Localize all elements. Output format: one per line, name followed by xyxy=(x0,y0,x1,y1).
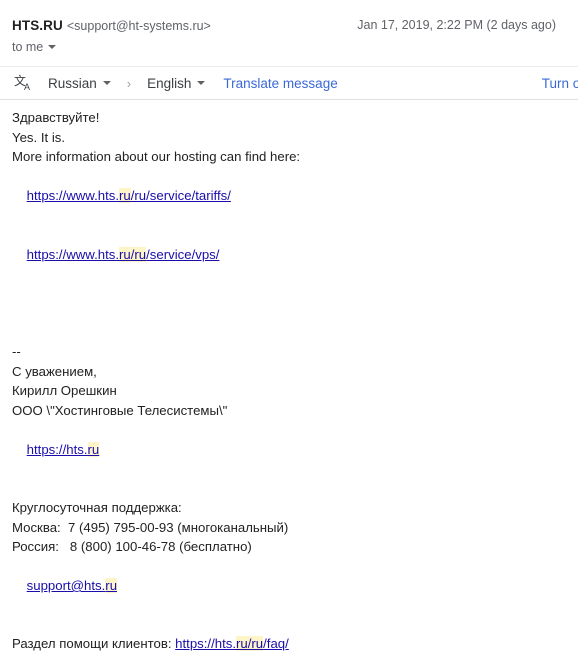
translate-bar: 文 A Russian › English Translate message … xyxy=(0,66,578,100)
body-greeting: Здравствуйте! xyxy=(12,110,100,125)
support-title: Круглосуточная поддержка: xyxy=(12,500,182,515)
link-site-row: https://hts.ru xyxy=(12,420,566,479)
signature-regards: С уважением, xyxy=(12,363,97,379)
link-faq-pre: https://hts. xyxy=(175,636,237,651)
link-vps-pre: https://www.hts. xyxy=(26,246,120,262)
source-language-select[interactable]: Russian xyxy=(48,76,111,91)
link-vps[interactable]: https://www.hts.ru/ru/service/vps/ xyxy=(26,246,220,262)
recipient-dropdown[interactable]: to me xyxy=(12,40,57,54)
link-support-email-highlight: ru xyxy=(105,578,118,593)
link-faq-post: /faq/ xyxy=(263,636,289,651)
help-section-row: Раздел помощи клиентов: https://hts.ru/r… xyxy=(12,634,566,654)
language-arrow-icon: › xyxy=(126,75,132,91)
link-support-email-pre: support@hts. xyxy=(26,578,106,593)
sender-name: HTS.RU xyxy=(12,18,63,33)
body-line-more-info: More information about our hosting can f… xyxy=(12,149,301,164)
target-language-label: English xyxy=(147,75,192,91)
phone-russia: Россия: 8 (800) 100-46-78 (бесплатно) xyxy=(12,539,252,554)
sender-line: HTS.RU <support@ht-systems.ru> xyxy=(12,17,211,35)
signature-name: Кирилл Орешкин xyxy=(12,383,117,398)
link-tariffs[interactable]: https://www.hts.ru/ru/service/tariffs/ xyxy=(27,188,231,203)
phone-moscow: Москва: 7 (495) 795-00-93 (многоканальны… xyxy=(12,519,289,535)
translate-icon: 文 A xyxy=(14,73,36,93)
help-section-label: Раздел помощи клиентов: xyxy=(12,636,176,651)
link-tariffs-pre: https://www.hts. xyxy=(26,188,120,203)
link-faq[interactable]: https://hts.ru/ru/faq/ xyxy=(175,636,289,651)
link-tariffs-post: /ru/service/tariffs/ xyxy=(130,188,231,203)
recipient-label: to me xyxy=(12,40,44,54)
source-language-label: Russian xyxy=(48,75,97,91)
turn-off-translation-link[interactable]: Turn of xyxy=(542,76,578,91)
link-site[interactable]: https://hts.ru xyxy=(26,441,100,457)
chevron-down-icon xyxy=(102,81,111,85)
signature-company: ООО \"Хостинговые Телесистемы\" xyxy=(12,402,228,418)
sender-email: <support@ht-systems.ru> xyxy=(66,19,211,33)
message-body: Здравствуйте! Yes. It is. More informati… xyxy=(0,108,578,654)
link-vps-highlight: ru/ru xyxy=(119,246,147,262)
svg-text:A: A xyxy=(24,82,30,92)
message-header: HTS.RU <support@ht-systems.ru> Jan 17, 20… xyxy=(0,0,578,54)
signature-dashes: -- xyxy=(12,344,21,359)
link-tariffs-row: https://www.hts.ru/ru/service/tariffs/ xyxy=(12,167,566,226)
target-language-select[interactable]: English xyxy=(147,75,206,91)
link-site-pre: https://hts. xyxy=(26,441,88,457)
link-site-highlight: ru xyxy=(87,441,100,457)
link-faq-highlight: ru/ru xyxy=(236,636,264,651)
link-support-email-row: support@hts.ru xyxy=(12,557,566,616)
chevron-down-icon xyxy=(48,45,57,49)
translate-message-link[interactable]: Translate message xyxy=(223,76,337,91)
body-line-yes: Yes. It is. xyxy=(12,129,66,145)
chevron-down-icon xyxy=(197,81,206,85)
link-tariffs-highlight: ru xyxy=(119,188,131,203)
link-vps-post: /service/vps/ xyxy=(146,246,220,262)
link-support-email[interactable]: support@hts.ru xyxy=(26,578,118,593)
link-vps-row: https://www.hts.ru/ru/service/vps/ xyxy=(12,225,566,284)
message-date: Jan 17, 2019, 2:22 PM (2 days ago) xyxy=(357,18,556,32)
